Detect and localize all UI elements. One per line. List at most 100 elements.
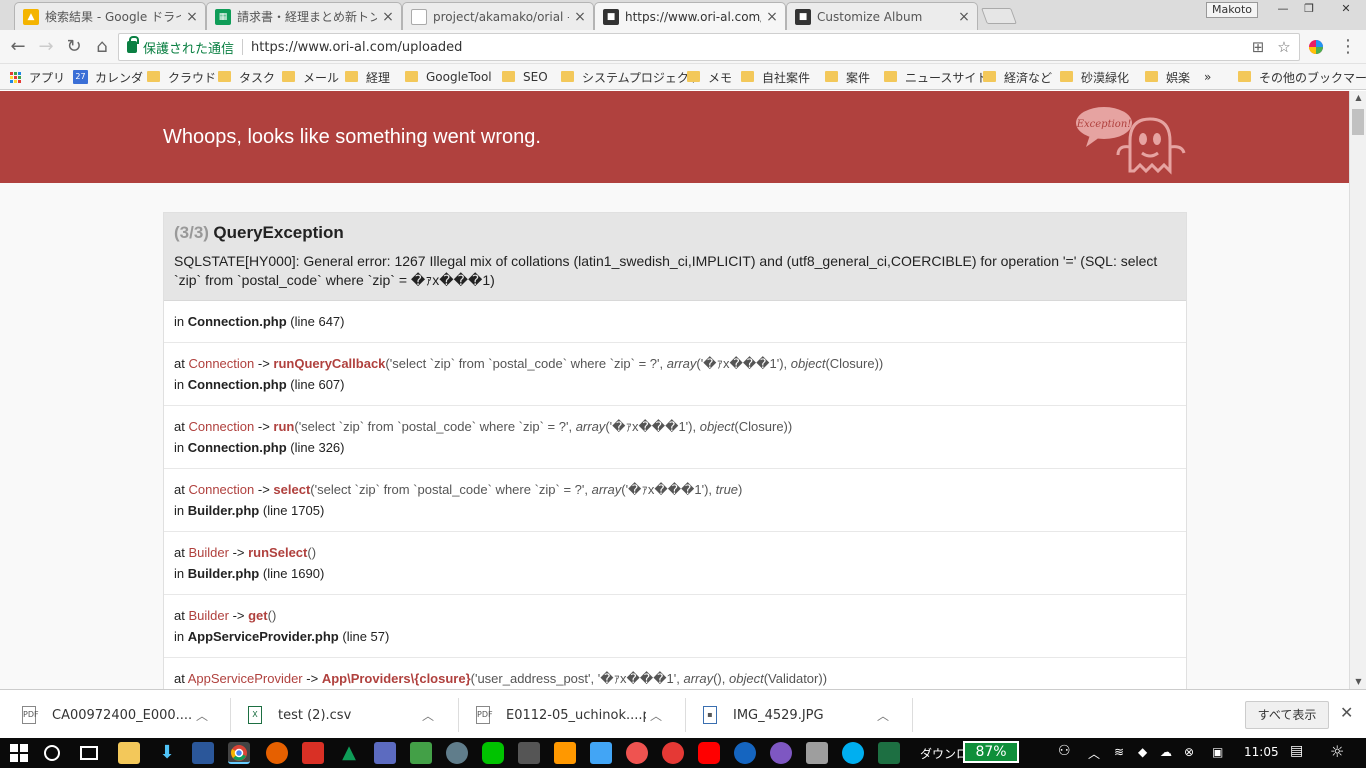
- app-icon[interactable]: [770, 742, 792, 764]
- other-bookmarks-folder[interactable]: その他のブックマーク: [1238, 68, 1366, 86]
- notification-icon[interactable]: ▤: [1290, 743, 1303, 759]
- app-icon[interactable]: [626, 742, 648, 764]
- chevron-up-icon[interactable]: ︿: [1088, 745, 1100, 762]
- volume-muted-icon[interactable]: ⊗: [1184, 745, 1194, 759]
- task-view-icon[interactable]: [80, 746, 98, 760]
- wifi-icon[interactable]: ≋: [1114, 745, 1124, 759]
- bookmark-folder[interactable]: 自社案件: [741, 68, 810, 86]
- app-icon[interactable]: [410, 742, 432, 764]
- more-bookmarks-button[interactable]: »: [1204, 68, 1211, 86]
- bookmark-folder[interactable]: GoogleTool: [405, 68, 492, 86]
- chevron-up-icon[interactable]: ︿: [418, 707, 438, 724]
- close-icon[interactable]: ×: [957, 9, 971, 25]
- close-icon[interactable]: ×: [185, 9, 199, 25]
- tab-spreadsheet[interactable]: ▦ 請求書・経理まとめ新トント ×: [206, 2, 402, 30]
- app-icon[interactable]: [590, 742, 612, 764]
- dropbox-icon[interactable]: ◆: [1138, 745, 1147, 759]
- youtube-icon[interactable]: [698, 742, 720, 764]
- app-icon[interactable]: [518, 742, 540, 764]
- translate-icon[interactable]: ⊞: [1247, 34, 1269, 60]
- address-bar[interactable]: 保護された通信 https://www.ori-al.com /uploaded…: [118, 33, 1300, 61]
- skype-icon[interactable]: [842, 742, 864, 764]
- windows-start-icon[interactable]: [8, 742, 30, 764]
- tab-google-drive[interactable]: ▲ 検索結果 - Google ドライブ ×: [14, 2, 206, 30]
- bookmark-folder[interactable]: クラウド: [147, 68, 216, 86]
- search-icon[interactable]: [44, 745, 60, 761]
- onedrive-icon[interactable]: ☁: [1160, 745, 1172, 759]
- scrollbar-thumb[interactable]: [1352, 109, 1364, 135]
- bookmark-folder[interactable]: タスク: [218, 68, 275, 86]
- tab-customize-album[interactable]: ■ Customize Album ×: [786, 2, 978, 30]
- frame-class: Connection: [188, 482, 255, 497]
- back-arrow-icon[interactable]: ←: [6, 35, 30, 59]
- tab-project[interactable]: project/akamako/orial - ×: [402, 2, 594, 30]
- bookmark-apps[interactable]: アプリ: [10, 68, 65, 86]
- download-arrow-icon[interactable]: ⬇: [156, 742, 178, 764]
- restore-icon[interactable]: ❐: [1296, 0, 1322, 18]
- bookmark-folder[interactable]: メール: [282, 68, 339, 86]
- bookmark-folder[interactable]: システムプロジェクト: [561, 68, 701, 86]
- bookmark-folder[interactable]: SEO: [502, 68, 548, 86]
- chevron-up-icon[interactable]: ︿: [192, 707, 212, 724]
- frame-function: run: [273, 419, 295, 434]
- scroll-up-icon[interactable]: ▲: [1350, 91, 1366, 105]
- close-icon[interactable]: ×: [381, 9, 395, 25]
- bookmark-folder[interactable]: 経理: [345, 68, 390, 86]
- minimize-icon[interactable]: —: [1270, 0, 1296, 18]
- download-item[interactable]: ▪ IMG_4529.JPG ︿: [703, 698, 893, 732]
- bookmark-folder[interactable]: メモ: [687, 68, 732, 86]
- menu-icon[interactable]: ⋮: [1336, 35, 1360, 59]
- close-icon[interactable]: ×: [765, 9, 779, 25]
- line-icon[interactable]: [482, 742, 504, 764]
- extension-color-wheel-icon[interactable]: [1304, 35, 1328, 59]
- close-icon[interactable]: ×: [573, 9, 587, 25]
- download-item[interactable]: X test (2).csv ︿: [248, 698, 438, 732]
- divider: [242, 39, 244, 55]
- app-icon[interactable]: [374, 742, 396, 764]
- people-icon[interactable]: ⚇: [1058, 743, 1071, 759]
- bookmark-folder[interactable]: 経済など: [983, 68, 1052, 86]
- scroll-down-icon[interactable]: ▼: [1350, 675, 1366, 689]
- bookmark-folder[interactable]: 娯楽: [1145, 68, 1190, 86]
- bookmark-calendar[interactable]: 27 カレンダ: [73, 68, 143, 86]
- gmail-icon[interactable]: [302, 742, 324, 764]
- bookmark-star-icon[interactable]: ☆: [1273, 34, 1295, 60]
- bookmark-folder[interactable]: 砂漠緑化: [1060, 68, 1129, 86]
- excel-icon[interactable]: [878, 742, 900, 764]
- chevron-up-icon[interactable]: ︿: [873, 707, 893, 724]
- page-scrollbar[interactable]: ▲ ▼: [1349, 91, 1366, 689]
- download-item[interactable]: PDF CA00972400_E000....pdf ︿: [22, 698, 212, 732]
- forward-arrow-icon[interactable]: →: [34, 35, 58, 59]
- exception-ghost-icon: Exception!: [1076, 107, 1186, 175]
- show-all-downloads-button[interactable]: すべて表示: [1245, 701, 1329, 729]
- bookmark-folder[interactable]: 案件: [825, 68, 870, 86]
- tab-active-ori-al[interactable]: ■ https://www.ori-al.com/u ×: [594, 2, 786, 31]
- word-icon[interactable]: [192, 742, 214, 764]
- app-icon[interactable]: [806, 742, 828, 764]
- app-tray-icon[interactable]: ▣: [1212, 745, 1223, 759]
- window-close-icon[interactable]: ✕: [1326, 0, 1366, 18]
- url-path: /uploaded: [397, 39, 463, 55]
- home-icon[interactable]: ⌂: [90, 35, 114, 59]
- clock[interactable]: 11:05: [1244, 745, 1279, 759]
- reload-icon[interactable]: ↻: [62, 35, 86, 59]
- new-tab-button[interactable]: [981, 8, 1017, 24]
- chevron-up-icon[interactable]: ︿: [646, 707, 666, 724]
- sublime-text-icon[interactable]: [554, 742, 576, 764]
- frame-file: Connection.php: [187, 377, 287, 392]
- profile-button[interactable]: Makoto: [1206, 2, 1258, 18]
- brightness-icon[interactable]: ☼: [1330, 742, 1344, 761]
- file-explorer-icon[interactable]: [118, 742, 140, 764]
- download-progress-badge: 87%: [963, 741, 1019, 763]
- bookmark-folder[interactable]: ニュースサイト: [884, 68, 988, 86]
- app-icon[interactable]: [446, 742, 468, 764]
- frame-call: at Connection -> runQueryCallback('selec…: [174, 353, 1176, 374]
- chrome-icon[interactable]: [228, 742, 250, 764]
- app-icon[interactable]: [662, 742, 684, 764]
- download-item[interactable]: PDF E0112-05_uchinok....pdf ︿: [476, 698, 666, 732]
- app-icon[interactable]: [734, 742, 756, 764]
- close-icon[interactable]: ✕: [1340, 703, 1353, 722]
- frame-args: ('select `zip` from `postal_code` where …: [294, 419, 793, 434]
- firefox-icon[interactable]: [266, 742, 288, 764]
- google-drive-icon[interactable]: ▲: [338, 742, 360, 764]
